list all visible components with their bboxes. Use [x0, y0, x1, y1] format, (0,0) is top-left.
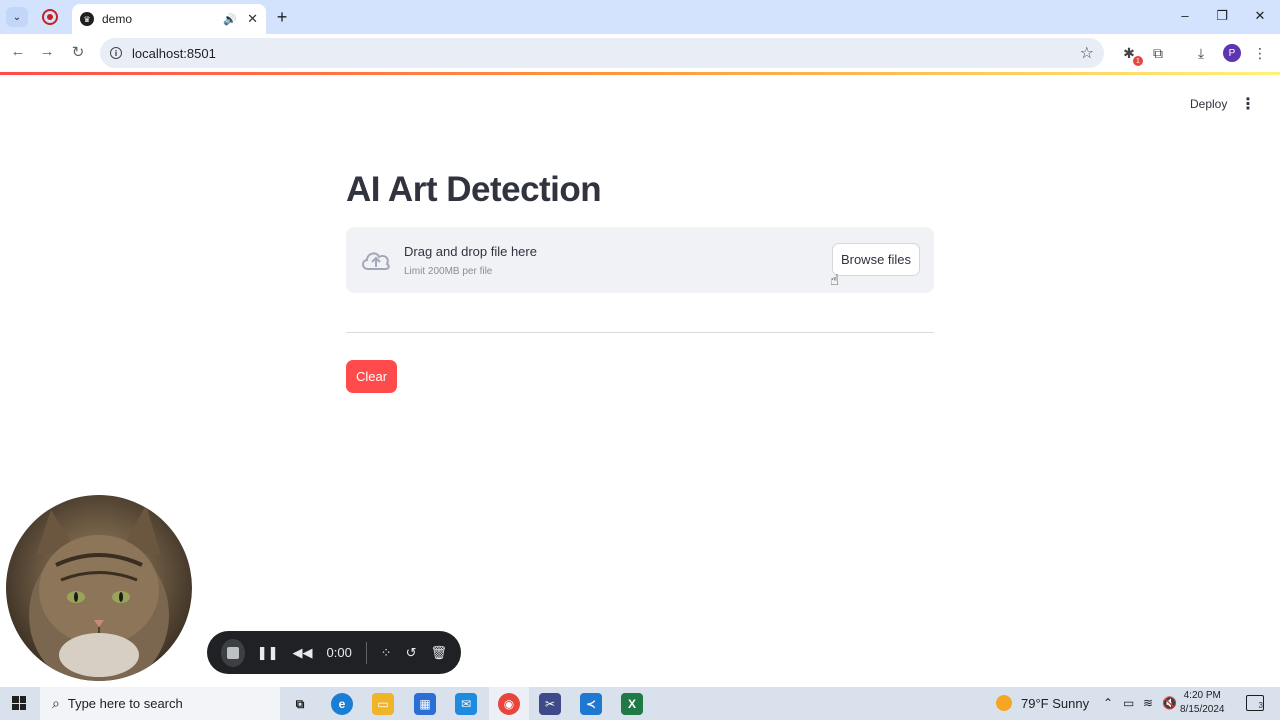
- sun-icon: [996, 695, 1012, 711]
- tab-title: demo: [102, 12, 133, 26]
- minimize-button[interactable]: –: [1177, 8, 1193, 23]
- taskbar-clock[interactable]: 4:20 PM 8/15/2024: [1180, 689, 1225, 717]
- browser-toolbar: ← → ↻ i localhost:8501 ☆ ✱ 1 ⧉ ⤓ ⋮: [0, 34, 1280, 72]
- task-view-icon[interactable]: ⧉: [289, 693, 311, 715]
- record-icon[interactable]: [42, 9, 58, 25]
- maximize-button[interactable]: ❐: [1214, 8, 1230, 24]
- pause-icon[interactable]: ❚❚: [257, 645, 279, 661]
- vscode-icon[interactable]: ≺: [580, 693, 602, 715]
- back-icon[interactable]: ←: [9, 43, 27, 60]
- star-icon[interactable]: ☆: [1080, 43, 1094, 63]
- tray-expand-icon[interactable]: ⌃: [1103, 696, 1113, 710]
- clear-button[interactable]: Clear: [346, 360, 397, 393]
- browser-tab-strip: ⌄ ♛ demo 🔊 ✕ + – ❐ ✕: [0, 0, 1280, 34]
- extension-icon[interactable]: ✱ 1: [1119, 43, 1143, 66]
- webcam-overlay: [6, 495, 192, 681]
- rewind-icon[interactable]: ◀◀: [293, 645, 313, 661]
- taskbar-search[interactable]: ⌕ Type here to search: [40, 687, 280, 720]
- notification-icon[interactable]: 3: [1246, 695, 1264, 711]
- grid-icon[interactable]: ⁘: [381, 645, 392, 661]
- restart-icon[interactable]: ↺: [406, 645, 417, 661]
- download-icon[interactable]: ⤓: [1191, 43, 1211, 63]
- app-decoration-bar: [0, 72, 1280, 75]
- page-title: AI Art Detection: [346, 170, 602, 209]
- cat-image: [29, 505, 169, 681]
- trash-icon[interactable]: 🗑: [430, 645, 447, 661]
- battery-icon[interactable]: ▭: [1123, 696, 1134, 710]
- recording-timer: 0:00: [326, 645, 352, 660]
- favicon-icon: ♛: [80, 12, 94, 26]
- store-icon[interactable]: ▦: [414, 693, 436, 715]
- search-placeholder: Type here to search: [67, 696, 183, 711]
- chrome-icon[interactable]: ◉: [498, 693, 520, 715]
- dropzone-instruction: Drag and drop file here: [404, 244, 537, 259]
- volume-muted-icon[interactable]: 🔇: [1162, 696, 1177, 710]
- profile-avatar[interactable]: P: [1223, 44, 1241, 62]
- weather-text: 79°F Sunny: [1021, 695, 1090, 711]
- excel-icon[interactable]: X: [621, 693, 643, 715]
- windows-start-icon[interactable]: [12, 696, 26, 710]
- close-tab-icon[interactable]: ✕: [247, 11, 258, 27]
- cloud-upload-icon: [362, 252, 390, 270]
- stop-recording-button[interactable]: [221, 638, 245, 667]
- deploy-button[interactable]: Deploy: [1182, 94, 1235, 114]
- close-window-button[interactable]: ✕: [1252, 8, 1268, 24]
- edge-icon[interactable]: e: [331, 693, 353, 715]
- cursor-icon: ☝: [830, 272, 840, 289]
- browser-menu-icon[interactable]: ⋮: [1250, 43, 1270, 63]
- snipping-tool-icon[interactable]: ✂: [539, 693, 561, 715]
- new-tab-button[interactable]: +: [272, 7, 292, 28]
- forward-icon[interactable]: →: [38, 43, 56, 60]
- address-bar[interactable]: i localhost:8501 ☆: [100, 38, 1104, 68]
- weather-widget[interactable]: 79°F Sunny: [996, 695, 1089, 711]
- clock-date: 8/15/2024: [1180, 704, 1225, 715]
- divider: [346, 332, 934, 333]
- search-icon: ⌕: [52, 695, 60, 711]
- speaker-icon[interactable]: 🔊: [223, 13, 237, 26]
- file-dropzone[interactable]: Drag and drop file here Limit 200MB per …: [346, 227, 934, 293]
- file-explorer-icon[interactable]: ▭: [372, 693, 394, 715]
- mail-icon[interactable]: ✉: [455, 693, 477, 715]
- tab-search-icon[interactable]: ⌄: [6, 7, 28, 27]
- dropzone-limit: Limit 200MB per file: [404, 266, 493, 277]
- extension-badge: 1: [1133, 56, 1143, 66]
- browser-tab[interactable]: ♛ demo 🔊 ✕: [72, 4, 266, 34]
- main-menu-icon[interactable]: ⋮: [1240, 94, 1256, 113]
- clock-time: 4:20 PM: [1183, 690, 1221, 701]
- reload-icon[interactable]: ↻: [69, 43, 87, 61]
- recorder-separator: [365, 641, 367, 664]
- recorder-bar: ❚❚ ◀◀ 0:00 ⁘ ↺ 🗑: [207, 631, 461, 674]
- info-icon[interactable]: i: [110, 47, 122, 59]
- url-text: localhost:8501: [132, 45, 216, 61]
- browse-files-button[interactable]: Browse files: [832, 243, 920, 276]
- puzzle-icon[interactable]: ⧉: [1148, 43, 1168, 63]
- wifi-icon[interactable]: ≋: [1143, 696, 1153, 710]
